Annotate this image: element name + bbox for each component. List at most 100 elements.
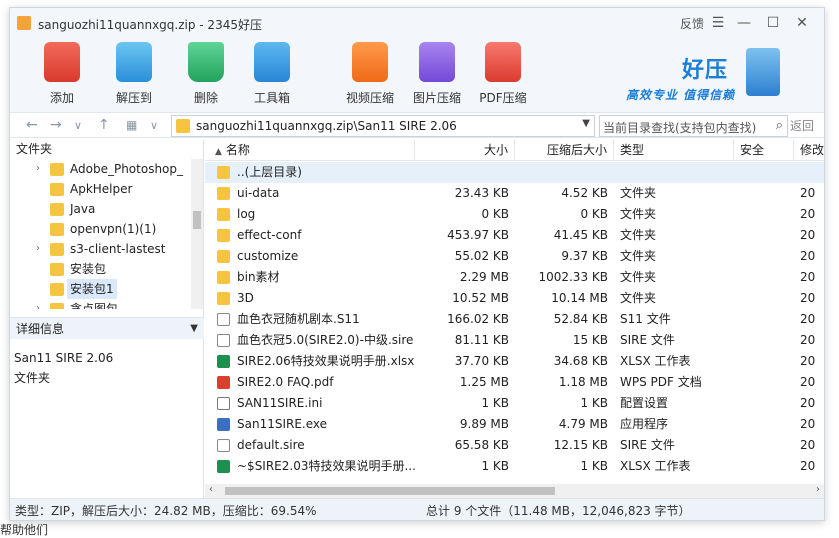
xls-file-icon (217, 355, 230, 368)
doc-file-icon (217, 313, 230, 326)
title-bar: sanguozhi11quannxgq.zip - 2345好压 反馈 ☰ — … (10, 8, 824, 38)
expand-icon[interactable]: › (36, 159, 40, 179)
column-type[interactable]: 类型 (614, 139, 734, 161)
parent-directory-row[interactable]: ..(上层目录) (205, 162, 824, 183)
collapse-icon[interactable]: ▼ (190, 318, 198, 340)
file-modified: 20 (800, 333, 816, 347)
file-size: 23.43 KB (454, 186, 509, 200)
expand-icon[interactable]: › (36, 239, 40, 259)
search-icon[interactable]: ⌕ (776, 118, 783, 133)
table-row[interactable]: effect-conf 453.97 KB 41.45 KB 文件夹 20 (205, 225, 824, 246)
column-size[interactable]: 大小 (415, 139, 515, 161)
image-compress-button[interactable]: 图片压缩 (407, 42, 467, 106)
file-name: customize (237, 249, 299, 263)
view-dropdown-icon[interactable]: ∨ (150, 119, 158, 132)
scroll-left-icon[interactable]: ‹ (209, 484, 213, 495)
folder-icon (50, 223, 64, 236)
maximize-icon[interactable]: ☐ (763, 13, 783, 33)
history-dropdown-icon[interactable]: ∨ (74, 119, 82, 132)
folder-icon (176, 119, 190, 133)
forward-arrow-icon[interactable]: → (50, 117, 62, 133)
column-security[interactable]: 安全 (734, 139, 794, 161)
table-row[interactable]: log 0 KB 0 KB 文件夹 20 (205, 204, 824, 225)
table-row[interactable]: SIRE2.0 FAQ.pdf 1.25 MB 1.18 MB WPS PDF 文档 2… (205, 372, 824, 393)
file-type: SIRE 文件 (620, 438, 675, 452)
folder-icon (50, 163, 64, 176)
file-name: ui-data (237, 186, 280, 200)
file-packed-size: 1 KB (580, 459, 608, 473)
tree-item[interactable]: › 贪点图包 (10, 299, 190, 309)
scroll-right-icon[interactable]: › (816, 484, 820, 495)
file-name: SIRE2.0 FAQ.pdf (237, 375, 334, 389)
minimize-icon[interactable]: — (734, 13, 754, 33)
video-compress-icon (352, 42, 388, 82)
background-text: 帮助他们 (0, 523, 49, 537)
search-input[interactable]: 当前目录查找(支持包内查找) ⌕ (599, 115, 788, 137)
pdf-compress-icon (485, 42, 521, 82)
table-row[interactable]: 3D 10.52 MB 10.14 MB 文件夹 20 (205, 288, 824, 309)
file-modified: 20 (800, 312, 816, 326)
file-size: 1.25 MB (459, 375, 509, 389)
add-button[interactable]: 添加 (32, 42, 92, 106)
file-name: SIRE2.06特技效果说明手册.xlsx (237, 354, 415, 368)
return-button[interactable]: 返回 (790, 117, 814, 134)
view-mode-icon[interactable]: ▦ (126, 118, 137, 132)
tree-item-selected[interactable]: 安装包1 (10, 279, 190, 299)
file-modified: 20 (800, 207, 816, 221)
file-packed-size: 12.15 KB (553, 438, 608, 452)
path-field[interactable]: sanguozhi11quannxgq.zip\San11 SIRE 2.06 … (171, 115, 595, 137)
delete-button[interactable]: 删除 (176, 42, 236, 106)
file-type: S11 文件 (620, 312, 671, 326)
tree-item[interactable]: Java (10, 199, 190, 219)
file-size: 9.89 MB (459, 417, 509, 431)
path-dropdown-icon[interactable]: ▼ (582, 118, 590, 129)
scrollbar-thumb[interactable] (225, 487, 555, 495)
file-name: 血色衣冠5.0(SIRE2.0)-中级.sire (237, 333, 414, 347)
feedback-button[interactable]: 反馈 (680, 15, 704, 32)
up-arrow-icon[interactable]: ↑ (98, 117, 110, 133)
column-modified[interactable]: 修改 (794, 139, 824, 161)
table-row[interactable]: San11SIRE.exe 9.89 MB 4.79 MB 应用程序 20 (205, 414, 824, 435)
file-name: SAN11SIRE.ini (237, 396, 323, 410)
file-type: 应用程序 (620, 417, 669, 431)
extract-button[interactable]: 解压到 (104, 42, 164, 106)
file-name: 血色衣冠随机剧本.S11 (237, 312, 360, 326)
table-row[interactable]: default.sire 65.58 KB 12.15 KB SIRE 文件 20 (205, 435, 824, 456)
close-icon[interactable]: ✕ (792, 13, 812, 33)
xls-file-icon (217, 460, 230, 473)
column-name[interactable]: ▲ 名称 (205, 139, 415, 161)
folder-icon (217, 187, 230, 200)
file-packed-size: 15 KB (572, 333, 608, 347)
tree-item[interactable]: 安装包 (10, 259, 190, 279)
table-row[interactable]: 血色衣冠5.0(SIRE2.0)-中级.sire 81.11 KB 15 KB SIR… (205, 330, 824, 351)
app-logo-icon (17, 16, 31, 30)
table-row[interactable]: 血色衣冠随机剧本.S11 166.02 KB 52.84 KB S11 文件 20 (205, 309, 824, 330)
detail-pane-header[interactable]: 详细信息 ▼ (10, 317, 204, 339)
scrollbar-thumb[interactable] (193, 211, 201, 229)
expand-icon[interactable]: › (36, 299, 40, 309)
back-arrow-icon[interactable]: ← (26, 117, 38, 133)
folder-tree: › Adobe_Photoshop_ ApkHelper Java openvpn… (10, 159, 190, 309)
pdf-compress-button[interactable]: PDF压缩 (473, 42, 533, 106)
toolbox-button[interactable]: 工具箱 (242, 42, 302, 106)
tree-item[interactable]: › s3-client-lastest (10, 239, 190, 259)
table-row[interactable]: customize 55.02 KB 9.37 KB 文件夹 20 (205, 246, 824, 267)
menu-icon[interactable]: ☰ (708, 13, 728, 33)
tree-scrollbar[interactable] (191, 159, 203, 309)
folder-icon (50, 303, 64, 309)
video-compress-button[interactable]: 视频压缩 (340, 42, 400, 106)
column-packed[interactable]: 压缩后大小 (515, 139, 614, 161)
table-row[interactable]: SIRE2.06特技效果说明手册.xlsx 37.70 KB 34.68 KB XLS… (205, 351, 824, 372)
file-packed-size: 52.84 KB (553, 312, 608, 326)
image-compress-icon (419, 42, 455, 82)
file-modified: 20 (800, 270, 816, 284)
tree-item[interactable]: openvpn(1)(1) (10, 219, 190, 239)
tree-item[interactable]: › Adobe_Photoshop_ (10, 159, 190, 179)
table-row[interactable]: bin素材 2.29 MB 1002.33 KB 文件夹 20 (205, 267, 824, 288)
tree-item[interactable]: ApkHelper (10, 179, 190, 199)
table-row[interactable]: ui-data 23.43 KB 4.52 KB 文件夹 20 (205, 183, 824, 204)
file-size: 1 KB (481, 459, 509, 473)
list-horizontal-scrollbar[interactable]: ‹ › (205, 484, 824, 498)
table-row[interactable]: ~$SIRE2.03特技效果说明手册.... 1 KB 1 KB XLSX 工作表 20 (205, 456, 824, 477)
table-row[interactable]: SAN11SIRE.ini 1 KB 1 KB 配置设置 20 (205, 393, 824, 414)
